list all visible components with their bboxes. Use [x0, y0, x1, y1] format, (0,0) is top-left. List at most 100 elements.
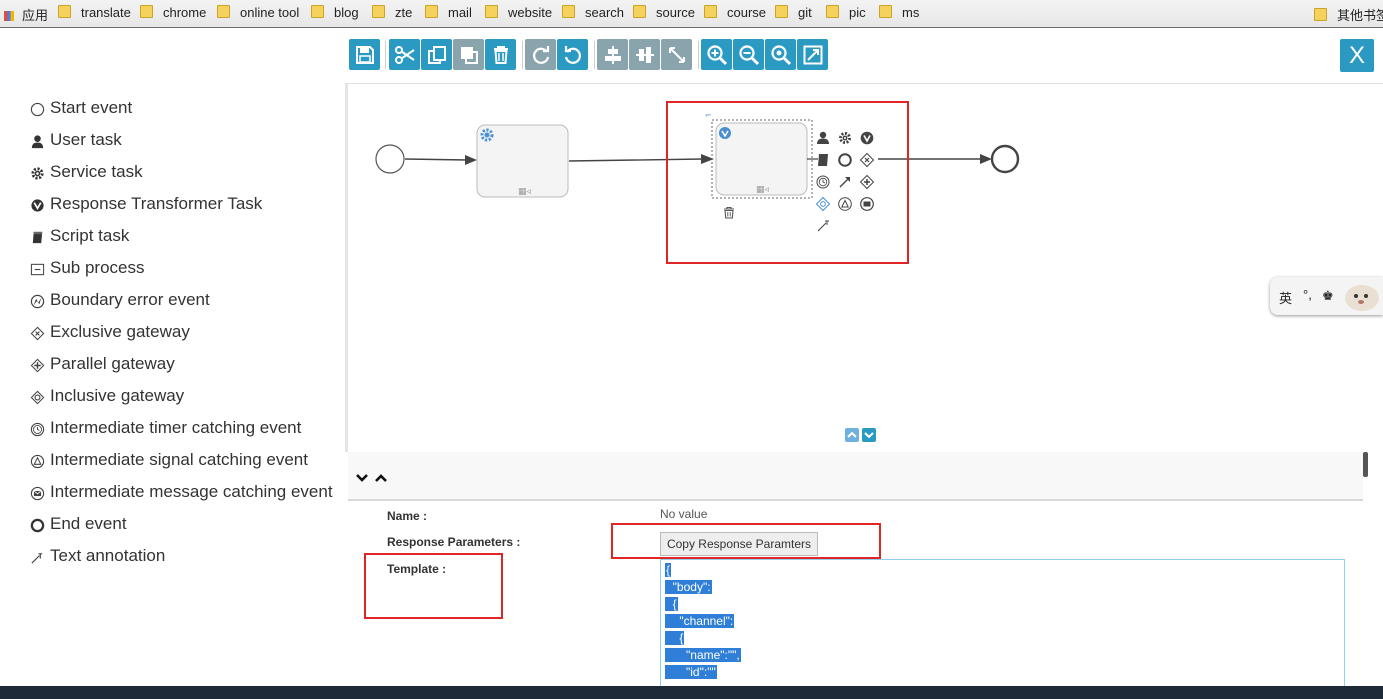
bookmark-folder[interactable]: translate — [58, 5, 131, 20]
start-event-icon — [30, 102, 45, 117]
delete-button[interactable] — [485, 39, 516, 70]
highlight-template-label — [364, 553, 503, 619]
bookmark-folder[interactable]: website — [485, 5, 552, 20]
inclusive-gateway-icon — [30, 390, 45, 405]
bookmark-apps[interactable]: 应用 — [4, 5, 48, 24]
delete-icon — [493, 45, 508, 64]
paste-button[interactable] — [453, 39, 484, 70]
template-editor[interactable]: { "body": { "channel": { "name":"", "id"… — [660, 559, 1345, 687]
zoom-fit-button[interactable] — [797, 39, 828, 70]
bookmark-folder[interactable]: blog — [311, 5, 359, 20]
ime-punctuation[interactable]: °, — [1303, 287, 1312, 302]
panel-toggle[interactable] — [845, 428, 876, 442]
gear-icon — [480, 128, 494, 142]
highlight-selected-task — [666, 101, 909, 264]
zoom-actual-button[interactable] — [765, 39, 796, 70]
folder-icon — [633, 5, 646, 18]
folder-icon — [58, 5, 71, 18]
same-size-icon — [668, 46, 685, 63]
folder-icon — [140, 5, 153, 18]
error-event-icon — [30, 294, 45, 309]
palette-item-message-event[interactable]: Intermediate message catching event — [30, 482, 333, 502]
script-icon — [32, 231, 43, 244]
properties-header — [348, 452, 1363, 501]
palette-item-timer-event[interactable]: Intermediate timer catching event — [30, 418, 301, 438]
editor-toolbar — [345, 28, 1383, 84]
template-line: { — [665, 631, 685, 645]
chevron-up-icon[interactable] — [375, 474, 387, 482]
palette-item-boundary-error[interactable]: Boundary error event — [30, 290, 210, 310]
multi-instance-icon: ▦◃ — [518, 187, 532, 197]
align-vertical-button[interactable] — [629, 39, 660, 70]
ime-toolbar[interactable]: 英 °, ♚ — [1270, 277, 1383, 315]
zoom-out-icon — [738, 44, 759, 65]
bookmark-folder[interactable]: mail — [425, 5, 472, 20]
bookmark-folder[interactable]: pic — [826, 5, 866, 20]
cut-icon — [394, 45, 415, 64]
palette-item-exclusive-gateway[interactable]: Exclusive gateway — [30, 322, 190, 342]
ime-skin-icon[interactable]: ♚ — [1322, 288, 1334, 304]
close-button[interactable]: X — [1340, 39, 1374, 72]
end-event-icon — [30, 518, 45, 533]
palette-item-parallel-gateway[interactable]: Parallel gateway — [30, 354, 175, 374]
bookmark-folder[interactable]: search — [562, 5, 624, 20]
highlight-copy-button — [611, 523, 881, 559]
bookmark-folder[interactable]: source — [633, 5, 695, 20]
diagram-end-event[interactable] — [990, 144, 1020, 174]
align-horizontal-button[interactable] — [597, 39, 628, 70]
template-line: { — [665, 563, 672, 577]
bookmark-folder[interactable]: zte — [372, 5, 412, 20]
bookmark-folder[interactable]: online tool — [217, 5, 299, 20]
bookmark-other[interactable]: 其他书签 — [1314, 5, 1383, 24]
undo-icon — [564, 45, 581, 64]
gear-icon — [31, 167, 44, 180]
chevron-down-icon[interactable] — [356, 474, 368, 482]
diagram-canvas[interactable]: ▦◃ ⌐ ▦◃ — [345, 84, 1366, 452]
zoom-out-button[interactable] — [733, 39, 764, 70]
annotation-icon — [31, 553, 43, 564]
palette-item-service-task[interactable]: Service task — [30, 162, 143, 182]
palette-item-inclusive-gateway[interactable]: Inclusive gateway — [30, 386, 184, 406]
align-vertical-icon — [635, 46, 654, 63]
bookmark-folder[interactable]: ms — [879, 5, 919, 20]
palette-item-start-event[interactable]: Start event — [30, 98, 132, 118]
zoom-fit-icon — [803, 45, 822, 64]
sequence-flow[interactable] — [404, 158, 469, 161]
name-value[interactable]: No value — [660, 507, 707, 521]
copy-button[interactable] — [421, 39, 452, 70]
same-size-button[interactable] — [661, 39, 692, 70]
collapse-controls — [356, 474, 387, 482]
paste-icon — [460, 46, 478, 64]
palette-item-user-task[interactable]: User task — [30, 130, 122, 150]
diagram-start-event[interactable] — [375, 144, 405, 174]
apps-icon — [4, 11, 14, 21]
arrow-head — [465, 155, 477, 165]
palette-item-response-transformer[interactable]: Response Transformer Task — [30, 194, 262, 214]
zoom-in-button[interactable] — [701, 39, 732, 70]
save-button[interactable] — [349, 39, 380, 70]
undo-button[interactable] — [557, 39, 588, 70]
timer-event-icon — [30, 422, 45, 437]
bookmark-folder[interactable]: course — [704, 5, 766, 20]
redo-icon — [532, 45, 549, 64]
ime-language[interactable]: 英 — [1279, 288, 1292, 307]
bookmark-folder[interactable]: chrome — [140, 5, 206, 20]
transformer-icon — [31, 199, 44, 212]
cut-button[interactable] — [389, 39, 420, 70]
palette-item-signal-event[interactable]: Intermediate signal catching event — [30, 450, 308, 470]
palette-item-script-task[interactable]: Script task — [30, 226, 129, 246]
bookmark-folder[interactable]: git — [775, 5, 812, 20]
folder-icon — [311, 5, 324, 18]
signal-event-icon — [30, 454, 45, 469]
save-icon — [355, 45, 374, 64]
template-line: "name":"", — [665, 648, 741, 662]
shape-palette: Start event User task Service task Respo… — [0, 28, 345, 686]
palette-item-end-event[interactable]: End event — [30, 514, 127, 534]
chevron-up-icon[interactable] — [845, 428, 859, 442]
folder-icon — [879, 5, 892, 18]
scrollbar[interactable] — [1363, 452, 1368, 477]
palette-item-sub-process[interactable]: Sub process — [30, 258, 145, 278]
palette-item-text-annotation[interactable]: Text annotation — [30, 546, 165, 566]
redo-button[interactable] — [525, 39, 556, 70]
chevron-down-icon[interactable] — [862, 428, 876, 442]
